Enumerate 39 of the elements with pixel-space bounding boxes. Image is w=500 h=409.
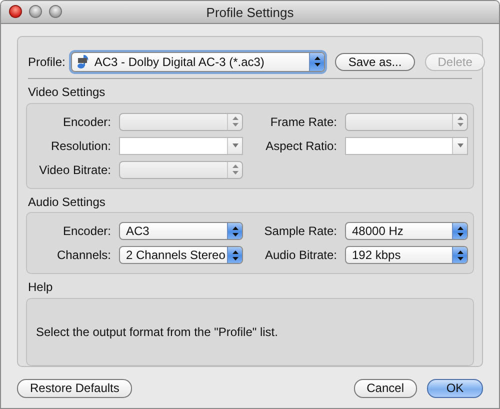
stepper-arrows-icon [232,164,238,176]
field-label: Audio Bitrate: [264,248,337,262]
close-button[interactable] [9,5,22,18]
stepper-arrows-icon [456,116,464,128]
caret-icon [232,143,238,148]
field-label: Frame Rate: [269,114,337,129]
profile-button[interactable]: Save as... [335,52,415,71]
stepper-arrows-icon [232,250,238,261]
dropdown[interactable]: AC3 [119,222,243,240]
dialog-button[interactable]: OK [427,378,483,398]
stepper-arrows-icon [232,116,238,128]
profile-dropdown[interactable]: AC3 - Dolby Digital AC-3 (*.ac3) [71,52,326,72]
combo-box[interactable] [119,136,243,155]
field-label: Sample Rate: [263,224,337,238]
section-title: Video Settings [28,85,106,100]
caret-icon [456,143,464,148]
field-label: Video Bitrate: [38,162,111,177]
field-label: Resolution: [50,138,111,153]
help-text: Select the output format from the "Profile" list. [36,324,278,339]
stepper-arrows-icon [232,226,238,237]
field-label: Encoder: [62,224,111,238]
field-label: Channels: [56,248,111,262]
stepper-arrows-icon [456,226,464,237]
field-label: Profile: [28,54,66,69]
section-title: Help [28,280,54,295]
stepper-arrows-icon [314,56,321,68]
dialog-button[interactable]: Cancel [354,378,417,398]
stepper-arrows-icon [456,250,464,261]
field-label: Encoder: [62,114,111,129]
zoom-button[interactable] [49,5,62,18]
section-title: Audio Settings [28,194,106,210]
field-label: Aspect Ratio: [264,138,337,153]
minimize-button[interactable] [29,5,42,18]
dialog-button[interactable]: Restore Defaults [17,378,132,398]
dropdown[interactable]: 192 kbps [345,246,468,264]
combo-box[interactable] [345,136,468,155]
window-title: Profile Settings [206,4,294,20]
dropdown[interactable]: 2 Channels Stereo [119,246,243,264]
dropdown[interactable]: 48000 Hz [345,222,468,240]
